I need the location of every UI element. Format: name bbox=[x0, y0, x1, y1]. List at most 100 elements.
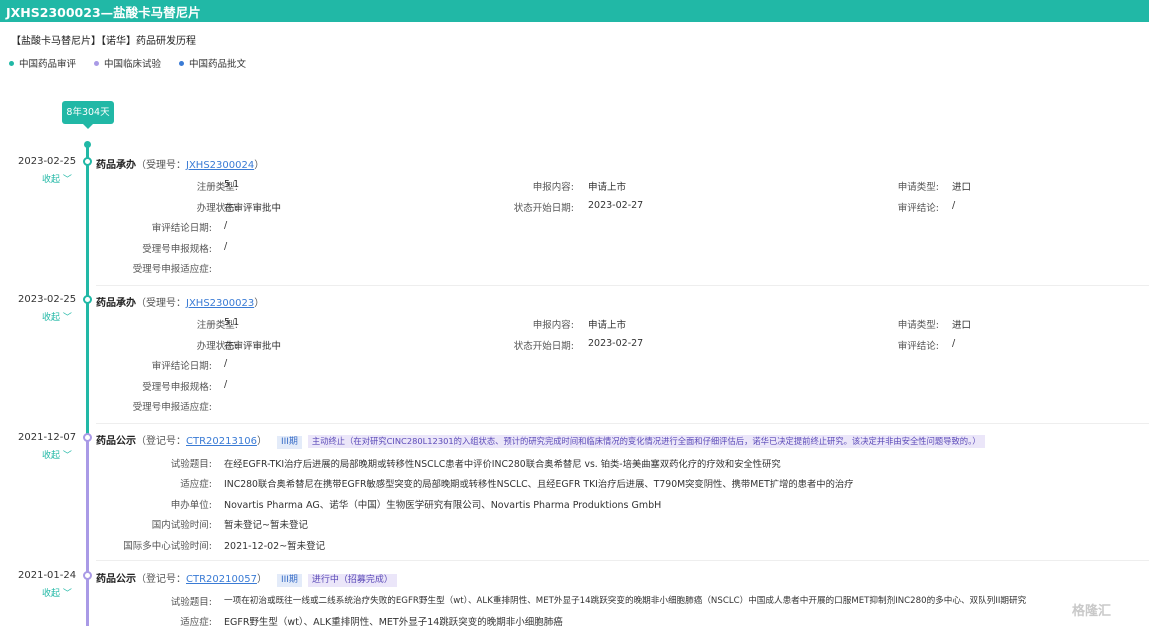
field-value: 在经EGFR-TKI治疗后进展的局部晚期或转移性NSCLC患者中评价INC280… bbox=[224, 459, 781, 470]
event-header: 药品承办（受理号：JXHS2300024） bbox=[96, 156, 264, 171]
field-label: 受理号申报适应症: bbox=[132, 402, 212, 413]
event-date: 2023-02-25 bbox=[18, 294, 77, 305]
field-value: 一项在初治或既往一线或二线系统治疗失败的EGFR野生型（wt）、ALK重排阴性、… bbox=[224, 596, 1027, 606]
event-date: 2021-01-24 bbox=[18, 570, 77, 581]
legend-dot-icon bbox=[9, 60, 14, 66]
field-value: / bbox=[224, 220, 228, 231]
field-label: 审评结论日期: bbox=[151, 361, 212, 372]
legend-item-approval[interactable]: 中国药品批文 bbox=[179, 56, 246, 70]
field-value: 申请上市 bbox=[588, 182, 627, 193]
event-date: 2023-02-25 bbox=[18, 156, 77, 167]
field-label: 受理号申报适应症: bbox=[132, 264, 212, 275]
field-label: 适应症: bbox=[180, 617, 212, 626]
timeline-node-icon bbox=[83, 157, 92, 166]
event-type: 药品承办 bbox=[96, 160, 136, 171]
legend-dot-icon bbox=[94, 60, 100, 66]
legend-label: 中国临床试验 bbox=[104, 59, 162, 70]
event-header: 药品公示（登记号：CTR20210057） III期 进行中（招募完成） bbox=[96, 570, 397, 587]
field-value: 在审评审批中 bbox=[224, 341, 282, 352]
field-label: 审评结论日期: bbox=[151, 223, 212, 234]
status-badge: 进行中（招募完成） bbox=[307, 574, 397, 587]
field-label: 申请类型: bbox=[897, 182, 939, 193]
timeline-node-icon bbox=[83, 433, 92, 442]
field-label: 试验题目: bbox=[170, 459, 212, 470]
field-value: / bbox=[224, 379, 228, 390]
field-label: 国际多中心试验时间: bbox=[123, 541, 212, 552]
watermark-logo: 格隆汇 bbox=[1072, 604, 1112, 619]
field-value: / bbox=[224, 241, 228, 252]
timeline-node-icon bbox=[83, 295, 92, 304]
event-header: 药品公示（登记号：CTR20213106） III期 主动终止（在对研究CINC28… bbox=[96, 432, 985, 449]
field-label: 适应症: bbox=[180, 479, 212, 490]
window-title: JXHS2300023—盐酸卡马替尼片 bbox=[6, 5, 201, 20]
field-label: 试验题目: bbox=[170, 597, 212, 608]
id-label: （受理号： bbox=[136, 160, 186, 171]
id-close: ） bbox=[254, 160, 265, 171]
id-close: ） bbox=[256, 436, 267, 447]
id-label: （受理号： bbox=[136, 298, 186, 309]
field-label: 申报内容: bbox=[532, 320, 574, 331]
field-label: 审评结论: bbox=[897, 341, 939, 352]
collapse-toggle[interactable]: 收起 ﹀ bbox=[42, 586, 72, 599]
page-heading: 【盐酸卡马替尼片】【诺华】药品研发历程 bbox=[11, 36, 196, 47]
collapse-toggle[interactable]: 收起 ﹀ bbox=[42, 310, 72, 323]
legend: 中国药品审评 中国临床试验 中国药品批文 bbox=[9, 56, 246, 70]
registration-number-link[interactable]: CTR20213106 bbox=[186, 436, 257, 447]
field-value: / bbox=[952, 338, 956, 349]
acceptance-number-link[interactable]: JXHS2300024 bbox=[186, 160, 254, 171]
event-type: 药品公示 bbox=[96, 436, 136, 447]
field-value: / bbox=[224, 358, 228, 369]
divider bbox=[96, 423, 1149, 424]
timeline-node-icon bbox=[83, 571, 92, 580]
field-value: 2023-02-27 bbox=[588, 200, 644, 211]
field-value: 5.1 bbox=[224, 179, 240, 190]
id-close: ） bbox=[254, 298, 265, 309]
phase-badge: III期 bbox=[276, 574, 302, 587]
field-label: 状态开始日期: bbox=[513, 341, 574, 352]
legend-dot-icon bbox=[179, 60, 185, 66]
field-label: 国内试验时间: bbox=[151, 520, 212, 531]
field-label: 申请类型: bbox=[897, 320, 939, 331]
status-badge: 主动终止（在对研究CINC280L12301的入组状态、预计的研究完成时间和临床… bbox=[307, 435, 985, 448]
legend-item-review[interactable]: 中国药品审评 bbox=[9, 56, 76, 70]
field-value: INC280联合奥希替尼在携带EGFR敏感型突变的局部晚期或转移性NSCLC、且… bbox=[224, 479, 854, 490]
collapse-toggle[interactable]: 收起 ﹀ bbox=[42, 172, 72, 185]
divider bbox=[96, 285, 1149, 286]
event-date: 2021-12-07 bbox=[18, 432, 77, 443]
legend-item-clinical[interactable]: 中国临床试验 bbox=[94, 56, 161, 70]
event-header: 药品承办（受理号：JXHS2300023） bbox=[96, 294, 264, 309]
field-value: 2023-02-27 bbox=[588, 338, 644, 349]
field-label: 申办单位: bbox=[170, 500, 212, 511]
field-label: 受理号申报规格: bbox=[142, 382, 212, 393]
id-label: （登记号： bbox=[136, 574, 186, 585]
legend-label: 中国药品审评 bbox=[19, 59, 77, 70]
field-value: 进口 bbox=[952, 182, 972, 193]
field-value: EGFR野生型（wt）、ALK重排阴性、MET外显子14跳跃突变的晚期非小细胞肺… bbox=[224, 617, 563, 626]
event-type: 药品承办 bbox=[96, 298, 136, 309]
collapse-toggle[interactable]: 收起 ﹀ bbox=[42, 448, 72, 461]
field-value: 申请上市 bbox=[588, 320, 627, 331]
window-titlebar: JXHS2300023—盐酸卡马替尼片 bbox=[0, 0, 1149, 22]
event-type: 药品公示 bbox=[96, 574, 136, 585]
timeline-line-clinical bbox=[86, 436, 89, 626]
field-value: 进口 bbox=[952, 320, 972, 331]
timeline-line-review bbox=[86, 145, 89, 436]
field-value: 5.1 bbox=[224, 317, 240, 328]
id-close: ） bbox=[256, 574, 267, 585]
registration-number-link[interactable]: CTR20210057 bbox=[186, 574, 257, 585]
field-value: 暂未登记~暂未登记 bbox=[224, 520, 308, 531]
field-label: 受理号申报规格: bbox=[142, 244, 212, 255]
legend-label: 中国药品批文 bbox=[189, 59, 247, 70]
field-value: 在审评审批中 bbox=[224, 203, 282, 214]
id-label: （登记号： bbox=[136, 436, 186, 447]
field-value: Novartis Pharma AG、诺华（中国）生物医学研究有限公司、Nova… bbox=[224, 500, 662, 511]
field-value: 2021-12-02~暂未登记 bbox=[224, 541, 326, 552]
field-label: 申报内容: bbox=[532, 182, 574, 193]
field-value: / bbox=[952, 200, 956, 211]
phase-badge: III期 bbox=[276, 436, 302, 449]
divider bbox=[96, 560, 1149, 561]
acceptance-number-link[interactable]: JXHS2300023 bbox=[186, 298, 254, 309]
duration-badge: 8年304天 bbox=[62, 101, 114, 129]
field-label: 状态开始日期: bbox=[513, 203, 574, 214]
field-label: 审评结论: bbox=[897, 203, 939, 214]
